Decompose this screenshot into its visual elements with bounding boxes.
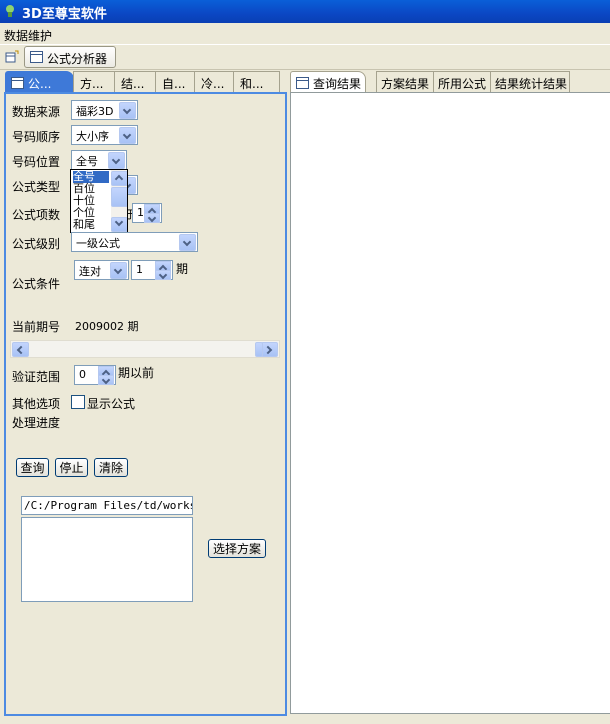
left-tab-result[interactable]: 结... xyxy=(114,71,156,93)
order-value: 大小序 xyxy=(76,130,109,143)
condition-spin-value: 1 xyxy=(136,263,143,276)
verify-label: 验证范围 xyxy=(12,370,61,384)
data-source-select[interactable]: 福彩3D xyxy=(71,100,138,120)
condition-spinner[interactable]: 1 xyxy=(131,260,173,280)
left-tab-label: 和... xyxy=(240,77,264,91)
data-source-value: 福彩3D xyxy=(76,105,114,118)
chevron-down-icon[interactable] xyxy=(179,234,196,251)
tab-query-results[interactable]: 查询结果 xyxy=(290,71,366,93)
condition-select[interactable]: 连对 xyxy=(74,260,129,280)
plan-list-box[interactable] xyxy=(21,517,193,602)
left-tab-sum[interactable]: 和... xyxy=(233,71,280,93)
formula-level-select[interactable]: 一级公式 xyxy=(71,232,198,252)
progress-label: 处理进度 xyxy=(12,416,61,430)
verify-spinner[interactable]: 0 xyxy=(74,365,116,385)
window-title: 3D至尊宝软件 xyxy=(22,7,107,22)
position-select[interactable]: 全号 xyxy=(71,150,127,170)
left-tab-label: 冷... xyxy=(201,77,225,91)
tab-result-stats[interactable]: 结果统计结果 xyxy=(490,71,570,93)
data-source-label: 数据来源 xyxy=(12,105,61,119)
formula-level-value: 一级公式 xyxy=(76,237,120,250)
show-formula-label: 显示公式 xyxy=(87,397,136,411)
title-bar: 3D至尊宝软件 xyxy=(0,0,610,23)
chevron-down-icon[interactable] xyxy=(119,127,136,144)
scroll-thumb[interactable] xyxy=(255,342,263,357)
verify-unit: 期以前 xyxy=(118,366,155,380)
list-scrollbar[interactable] xyxy=(111,170,127,232)
tab-plan-results[interactable]: 方案结果 xyxy=(376,71,434,93)
plan-path-field[interactable]: /C:/Program Files/td/workspace xyxy=(21,496,193,515)
formula-items-value: 1 xyxy=(137,206,144,219)
tab-label: 查询结果 xyxy=(313,77,362,91)
scroll-left-icon[interactable] xyxy=(12,342,29,357)
left-tab-custom[interactable]: 自... xyxy=(155,71,195,93)
stop-button[interactable]: 停止 xyxy=(55,458,88,477)
formula-items-label: 公式项数 xyxy=(12,208,61,222)
tab-label: 结果统计结果 xyxy=(495,77,568,91)
left-tab-cold[interactable]: 冷... xyxy=(194,71,234,93)
choose-plan-button[interactable]: 选择方案 xyxy=(208,539,266,558)
verify-value: 0 xyxy=(79,368,86,381)
status-bar xyxy=(0,714,610,724)
scroll-thumb[interactable] xyxy=(111,187,127,207)
order-label: 号码顺序 xyxy=(12,130,61,144)
spin-down-icon[interactable] xyxy=(98,375,114,385)
formula-items-spinner[interactable]: 1 xyxy=(132,203,162,223)
left-tab-label: 结... xyxy=(121,77,145,91)
results-panel xyxy=(290,92,610,714)
spin-down-icon[interactable] xyxy=(155,270,171,280)
current-period-label: 当前期号 xyxy=(12,320,61,334)
formula-level-label: 公式级别 xyxy=(12,237,61,251)
condition-label: 公式条件 xyxy=(12,277,61,291)
spin-down-icon[interactable] xyxy=(144,213,160,223)
plan-path-value: /C:/Program Files/td/workspace xyxy=(24,499,192,512)
position-label: 号码位置 xyxy=(12,155,61,169)
condition-unit: 期 xyxy=(176,262,189,276)
app-icon xyxy=(6,5,14,17)
condition-value: 连对 xyxy=(79,265,101,278)
chevron-down-icon[interactable] xyxy=(110,262,127,279)
formula-type-label: 公式类型 xyxy=(12,180,61,194)
toolbar: 公式分析器 xyxy=(0,44,610,70)
other-options-label: 其他选项 xyxy=(12,397,61,411)
menu-bar: 数据维护 xyxy=(0,24,610,44)
clear-button[interactable]: 清除 xyxy=(94,458,128,477)
query-button[interactable]: 查询 xyxy=(16,458,49,477)
order-select[interactable]: 大小序 xyxy=(71,125,138,145)
scroll-right-icon[interactable] xyxy=(261,342,278,357)
left-tab-label: 自... xyxy=(162,77,186,91)
tab-label: 方案结果 xyxy=(381,77,430,91)
formula-analyzer-label: 公式分析器 xyxy=(47,52,108,66)
tab-label: 所用公式 xyxy=(438,77,487,91)
scroll-up-icon[interactable] xyxy=(111,171,127,186)
left-tab-label: 公... xyxy=(28,77,52,91)
current-period-value: 2009002 期 xyxy=(75,320,139,333)
show-formula-checkbox[interactable] xyxy=(71,395,85,409)
tab-used-formulas[interactable]: 所用公式 xyxy=(433,71,491,93)
position-value: 全号 xyxy=(76,155,98,168)
left-tab-formula[interactable]: 公... xyxy=(5,71,74,93)
left-tab-plan[interactable]: 方... xyxy=(73,71,115,93)
scroll-down-icon[interactable] xyxy=(111,217,127,232)
left-tab-label: 方... xyxy=(80,77,104,91)
menu-item-data-maintenance[interactable]: 数据维护 xyxy=(4,27,52,44)
horizontal-scrollbar[interactable] xyxy=(10,340,280,358)
chevron-down-icon[interactable] xyxy=(119,102,136,119)
view-icon xyxy=(11,77,24,89)
view-icon xyxy=(30,51,43,63)
list-item[interactable]: 和尾 xyxy=(73,219,95,231)
position-dropdown-list[interactable]: 全号 百位 十位 个位 和尾 xyxy=(70,169,128,233)
chevron-down-icon[interactable] xyxy=(108,152,125,169)
open-perspective-icon[interactable] xyxy=(5,50,19,63)
view-icon xyxy=(296,77,309,89)
formula-analyzer-tab[interactable]: 公式分析器 xyxy=(24,46,116,68)
